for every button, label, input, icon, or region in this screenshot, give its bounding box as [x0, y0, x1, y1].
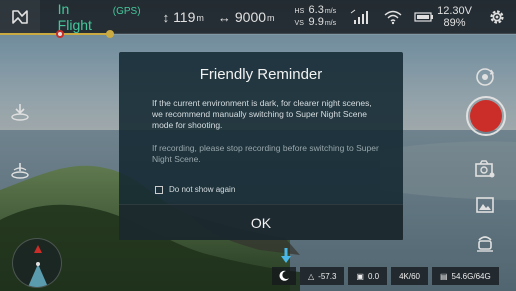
night-mode-button[interactable]	[272, 267, 296, 285]
storage-readout[interactable]: ▤ 54.6G/64G	[431, 267, 499, 285]
ev-readout[interactable]: △ -57.3	[300, 267, 345, 285]
ev-value: -57.3	[318, 271, 337, 281]
exposure-value: 0.0	[367, 271, 380, 281]
down-arrow-icon	[281, 248, 291, 263]
ok-button[interactable]: OK	[119, 204, 403, 240]
do-not-show-checkbox[interactable]	[155, 185, 163, 194]
exposure-readout[interactable]: ▣ 0.0	[348, 267, 388, 285]
resolution-value: 4K/60	[399, 271, 420, 281]
storage-value: 54.6G/64G	[451, 271, 491, 281]
bottom-status-bar: △ -57.3 ▣ 0.0 4K/60 ▤ 54.6G/64G	[272, 267, 503, 285]
do-not-show-label: Do not show again	[169, 185, 236, 194]
exposure-icon: ▣	[356, 271, 364, 281]
do-not-show-row[interactable]: Do not show again	[155, 185, 235, 194]
dialog-message: If the current environment is dark, for …	[152, 98, 372, 130]
friendly-reminder-dialog: Friendly Reminder If the current environ…	[119, 52, 403, 240]
dialog-title: Friendly Reminder	[199, 66, 323, 83]
ev-icon: △	[308, 271, 315, 281]
sd-card-icon: ▤	[439, 271, 448, 281]
dialog-secondary-message: If recording, please stop recording befo…	[152, 143, 379, 164]
resolution-readout[interactable]: 4K/60	[391, 267, 428, 285]
night-mode-icon	[279, 270, 289, 281]
